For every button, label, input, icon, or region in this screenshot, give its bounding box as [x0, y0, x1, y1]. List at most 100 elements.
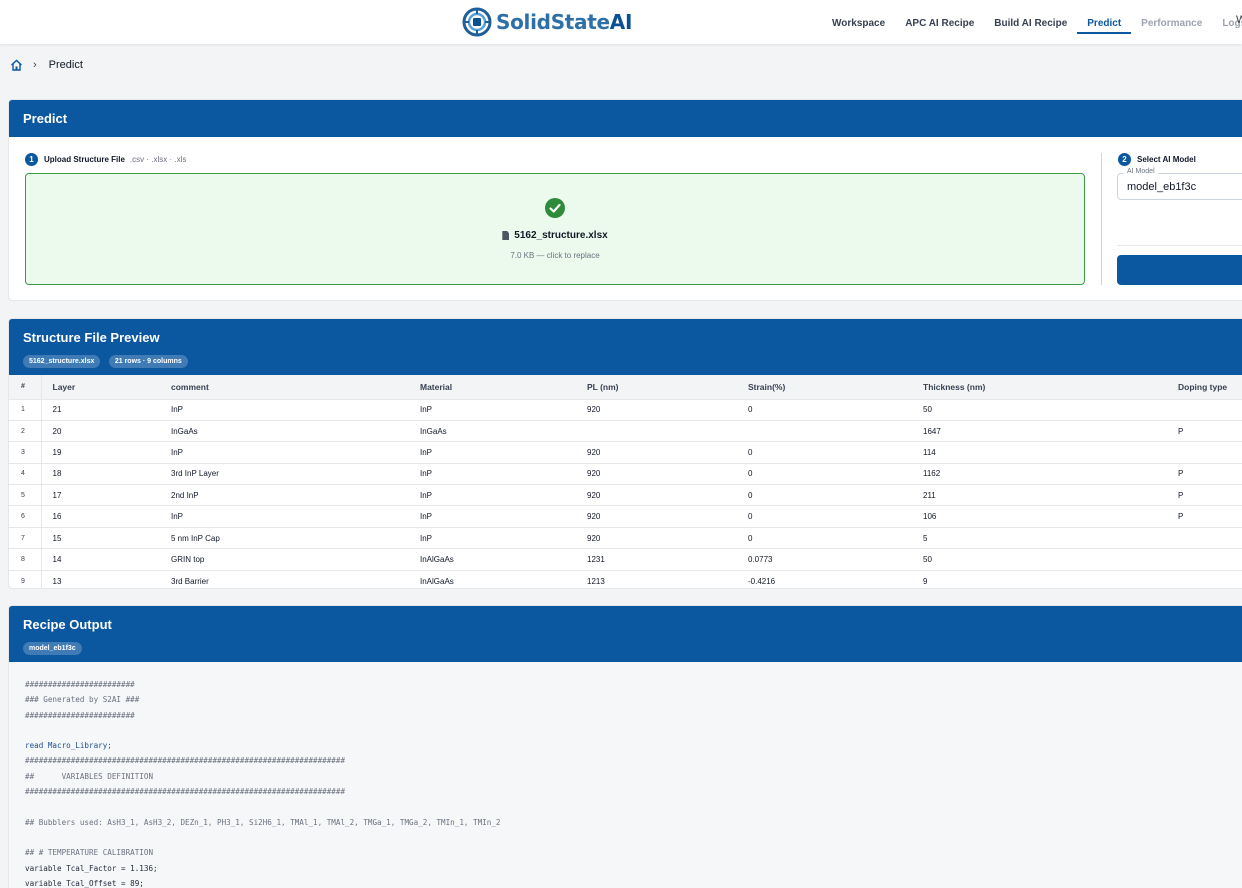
table-cell: InAlGaAs — [420, 548, 587, 571]
code-line: ######################## — [25, 710, 135, 720]
nav-item-build-ai-recipe[interactable]: Build AI Recipe — [984, 0, 1077, 44]
column-header[interactable]: PL (nm) — [587, 375, 748, 399]
column-header[interactable]: Layer — [41, 375, 171, 399]
check-circle-icon — [545, 198, 565, 218]
nav-item-performance[interactable]: Performance — [1131, 0, 1212, 44]
ai-model-select[interactable]: AI Model model_eb1f3c — [1117, 168, 1242, 200]
table-cell: 20 — [41, 419, 171, 442]
table-cell: InP — [420, 441, 587, 464]
column-header[interactable]: Doping type — [1178, 375, 1242, 399]
main-nav: Workspace APC AI Recipe Build AI Recipe Pre… — [822, 0, 1242, 44]
table-row: 3 19 InP InP 920 0 114 — [9, 441, 1242, 464]
table-cell: 0 — [748, 526, 923, 549]
table-cell: 0 — [748, 484, 923, 506]
recipe-code-block[interactable]: ######################## ### Generated by… — [9, 662, 1242, 888]
table-cell: 50 — [923, 398, 1178, 421]
table-cell: P — [1178, 462, 1242, 485]
upload-file-types-hint: .csv · .xlsx · .xls — [129, 155, 187, 164]
table-cell: 5 — [923, 526, 1178, 549]
breadcrumb: › Predict — [10, 59, 83, 71]
code-line: ## # TEMPERATURE CALIBRATION — [25, 848, 154, 858]
structure-preview-panel: Structure File Preview 5162_structure.xl… — [8, 318, 1242, 589]
run-predict-button[interactable] — [1117, 255, 1242, 285]
model-chip: model_eb1f3c — [23, 642, 82, 655]
table-cell: InP — [420, 505, 587, 528]
code-line: ########################################… — [25, 756, 346, 766]
table-cell: 7 — [9, 526, 42, 549]
column-header[interactable]: # — [9, 375, 42, 399]
file-icon — [502, 231, 510, 240]
table-cell: 18 — [41, 462, 171, 485]
predict-panel: Predict 1 Upload Structure File .csv · .… — [8, 99, 1242, 301]
uploaded-file-name: 5162_structure.xlsx — [26, 230, 1084, 241]
table-cell: 17 — [41, 484, 171, 506]
table-cell: P — [1178, 505, 1242, 528]
table-cell: InP — [420, 398, 587, 421]
table-cell: InGaAs — [171, 419, 420, 442]
table-cell: 0 — [748, 505, 923, 528]
table-cell: 1647 — [923, 419, 1178, 442]
nav-item-apc-ai-recipe[interactable]: APC AI Recipe — [895, 0, 984, 44]
nav-overflow: W — [1236, 14, 1242, 26]
table-cell: P — [1178, 419, 1242, 442]
table-cell: 5 nm InP Cap — [171, 526, 420, 549]
predict-panel-title: Predict — [23, 111, 68, 126]
column-header[interactable]: Thickness (nm) — [923, 375, 1178, 399]
predict-panel-header: Predict — [9, 100, 1242, 137]
home-icon[interactable] — [10, 59, 23, 71]
table-row: 8 14 GRIN top InAlGaAs 1231 0.0773 50 — [9, 548, 1242, 571]
file-dropzone[interactable]: 5162_structure.xlsx 7.0 KB — click to re… — [25, 173, 1085, 285]
logo-emblem-icon — [462, 7, 492, 37]
table-cell: 50 — [923, 548, 1178, 571]
table-row: 9 13 3rd Barrier InAlGaAs 1213 -0.4216 9 — [9, 569, 1242, 588]
top-navbar: SolidStateAI Workspace APC AI Recipe Build… — [0, 0, 1242, 44]
table-cell: -0.4216 — [748, 569, 923, 588]
upload-step-label: 1 Upload Structure File .csv · .xlsx · .… — [25, 153, 186, 166]
table-cell: 4 — [9, 462, 42, 485]
table-row: 6 16 InP InP 920 0 106 P — [9, 505, 1242, 528]
table-cell: 21 — [41, 398, 171, 421]
code-line: ## VARIABLES DEFINITION — [25, 771, 154, 781]
structure-preview-header: Structure File Preview 5162_structure.xl… — [9, 319, 1242, 375]
table-cell: 14 — [41, 548, 171, 571]
column-header[interactable]: Material — [420, 375, 587, 399]
table-cell: InP — [171, 441, 420, 464]
table-cell: 9 — [9, 569, 42, 588]
table-cell: 0 — [748, 441, 923, 464]
table-cell: InGaAs — [420, 419, 587, 442]
table-cell — [1178, 526, 1242, 549]
table-cell: 1 — [9, 398, 42, 421]
brand-logo[interactable]: SolidStateAI — [462, 6, 632, 38]
recipe-output-title: Recipe Output — [23, 617, 112, 632]
table-row: 1 21 InP InP 920 0 50 — [9, 398, 1242, 421]
step-number-badge: 1 — [25, 153, 38, 166]
code-line: ######################## — [25, 680, 135, 689]
table-row: 2 20 InGaAs InGaAs 1647 P — [9, 419, 1242, 442]
table-row: 7 15 5 nm InP Cap InP 920 0 5 — [9, 526, 1242, 549]
table-row: 4 18 3rd InP Layer InP 920 0 1162 P — [9, 462, 1242, 485]
table-cell: InP — [420, 526, 587, 549]
column-header[interactable]: comment — [171, 375, 420, 399]
breadcrumb-current: Predict — [48, 59, 83, 71]
recipe-output-panel: Recipe Output model_eb1f3c #############… — [8, 605, 1242, 888]
code-line: variable Tcal_Offset = 89; — [25, 878, 144, 888]
recipe-output-header: Recipe Output model_eb1f3c — [9, 606, 1242, 662]
column-header[interactable]: Strain(%) — [748, 375, 923, 399]
nav-item-workspace[interactable]: Workspace — [822, 0, 895, 44]
table-cell — [748, 419, 923, 442]
row-count-chip: 21 rows · 9 columns — [108, 355, 188, 368]
code-line: read Macro_Library; — [25, 741, 112, 751]
nav-item-predict[interactable]: Predict — [1077, 0, 1132, 44]
code-line: ########################################… — [25, 787, 346, 797]
table-cell: 920 — [587, 462, 748, 485]
table-cell: InP — [420, 484, 587, 506]
table-cell: 920 — [587, 441, 748, 464]
table-cell: InP — [171, 505, 420, 528]
code-line: variable Tcal_Factor = 1.136; — [25, 863, 158, 873]
table-cell: 920 — [587, 484, 748, 506]
table-row: 5 17 2nd InP InP 920 0 211 P — [9, 484, 1242, 506]
breadcrumb-separator: › — [33, 59, 37, 71]
table-cell: 0 — [748, 462, 923, 485]
